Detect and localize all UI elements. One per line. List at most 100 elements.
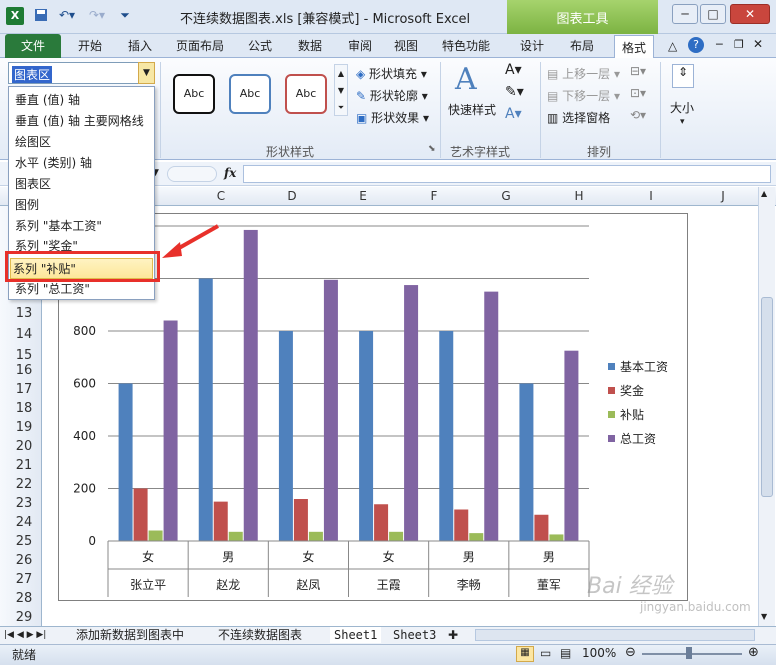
text-effect-icon[interactable]: A▾ <box>505 106 522 122</box>
page-break-view-icon[interactable]: ▤ <box>560 646 571 660</box>
maximize-button[interactable]: □ <box>700 4 726 24</box>
tab-formulas[interactable]: 公式 <box>240 34 280 58</box>
wordart-a-icon[interactable]: A <box>455 62 477 97</box>
rotate-icon[interactable]: ⟲▾ <box>630 108 646 122</box>
row-header[interactable]: 14 <box>8 327 40 342</box>
column-header[interactable]: C <box>185 189 257 203</box>
column-header[interactable]: J <box>688 189 758 203</box>
sheet-tab[interactable]: 不连续数据图表 <box>218 627 302 643</box>
shape-style-red[interactable]: Abc <box>285 74 327 114</box>
doc-minimize-icon[interactable]: ─ <box>716 38 723 51</box>
column-header[interactable]: H <box>543 189 615 203</box>
dropdown-item[interactable]: 绘图区 <box>15 132 51 152</box>
row-header[interactable]: 27 <box>8 572 40 587</box>
column-header[interactable]: F <box>398 189 470 203</box>
row-header[interactable]: 25 <box>8 534 40 549</box>
dropdown-item[interactable]: 系列 "总工资" <box>15 279 90 299</box>
row-header[interactable]: 28 <box>8 591 40 606</box>
excel-logo-icon[interactable]: X <box>6 7 24 25</box>
dropdown-item[interactable]: 垂直 (值) 轴 <box>15 90 80 110</box>
zoom-slider[interactable] <box>642 653 742 655</box>
row-header[interactable]: 19 <box>8 420 40 435</box>
close-button[interactable]: ✕ <box>730 4 770 24</box>
tab-page-layout[interactable]: 页面布局 <box>170 34 230 58</box>
minimize-button[interactable]: ─ <box>672 4 698 24</box>
tab-format[interactable]: 格式 <box>614 35 654 59</box>
send-backward-button[interactable]: ▤ 下移一层 ▾ <box>547 87 620 104</box>
formula-input[interactable] <box>243 165 771 183</box>
tab-special[interactable]: 特色功能 <box>436 34 496 58</box>
tab-file[interactable]: 文件 <box>5 34 61 58</box>
normal-view-icon[interactable]: ▦ <box>516 646 534 662</box>
dropdown-item[interactable]: 水平 (类别) 轴 <box>15 153 92 173</box>
text-outline-icon[interactable]: ✎▾ <box>505 84 524 100</box>
formula-bar-handle[interactable] <box>167 166 217 182</box>
row-header[interactable]: 16 <box>8 363 40 378</box>
align-icon[interactable]: ⊟▾ <box>630 64 646 78</box>
column-header[interactable]: G <box>470 189 542 203</box>
shape-style-blue[interactable]: Abc <box>229 74 271 114</box>
doc-close-icon[interactable]: ✕ <box>753 37 763 51</box>
row-header[interactable]: 17 <box>8 382 40 397</box>
row-header[interactable]: 29 <box>8 610 40 625</box>
chart-element-selector[interactable]: 图表区 <box>8 62 155 84</box>
shape-outline-button[interactable]: ✎ 形状轮廓 ▾ <box>356 87 428 104</box>
tab-view[interactable]: 视图 <box>386 34 426 58</box>
fx-icon[interactable]: fx <box>224 166 236 180</box>
row-header[interactable]: 21 <box>8 458 40 473</box>
tab-data[interactable]: 数据 <box>290 34 330 58</box>
row-header[interactable]: 20 <box>8 439 40 454</box>
redo-icon[interactable]: ↷▾ <box>85 8 109 26</box>
tab-layout[interactable]: 布局 <box>562 34 602 58</box>
shape-style-black[interactable]: Abc <box>173 74 215 114</box>
help-icon[interactable]: ? <box>688 37 704 53</box>
zoom-in-icon[interactable]: ⊕ <box>748 645 759 660</box>
size-dropdown-icon[interactable]: ▾ <box>680 117 685 127</box>
shape-style-scroll[interactable]: ▲ ▼ ⏷ <box>334 64 348 116</box>
dropdown-item[interactable]: 系列 "基本工资" <box>15 216 102 236</box>
sheet-tab[interactable]: Sheet3 <box>389 627 440 643</box>
row-header[interactable]: 26 <box>8 553 40 568</box>
undo-icon[interactable]: ↶▾ <box>55 8 79 26</box>
scroll-up-icon[interactable]: ▲ <box>761 189 767 198</box>
dropdown-item[interactable]: 图表区 <box>15 174 51 194</box>
column-header[interactable]: I <box>615 189 687 203</box>
sheet-tab-active[interactable]: Sheet1 <box>330 627 382 643</box>
save-icon[interactable] <box>33 8 49 26</box>
tab-design[interactable]: 设计 <box>512 34 552 58</box>
dropdown-item[interactable]: 垂直 (值) 轴 主要网格线 <box>15 111 144 131</box>
group-icon[interactable]: ⊡▾ <box>630 86 646 100</box>
page-layout-view-icon[interactable]: ▭ <box>540 646 551 660</box>
scroll-thumb[interactable] <box>761 297 773 497</box>
doc-restore-icon[interactable]: ❐ <box>734 38 744 51</box>
insert-sheet-icon[interactable]: ✚ <box>448 627 458 643</box>
quick-style-button[interactable]: 快速样式 <box>448 101 496 118</box>
customize-toolbar-icon[interactable]: ⏷ <box>118 8 132 26</box>
zoom-out-icon[interactable]: ⊖ <box>625 645 636 660</box>
tab-insert[interactable]: 插入 <box>120 34 160 58</box>
row-header[interactable]: 24 <box>8 515 40 530</box>
horizontal-scrollbar[interactable] <box>475 629 755 641</box>
bring-forward-button[interactable]: ▤ 上移一层 ▾ <box>547 65 620 82</box>
row-header[interactable]: 22 <box>8 477 40 492</box>
selection-pane-button[interactable]: ▥ 选择窗格 <box>547 109 610 126</box>
sheet-tab[interactable]: 添加新数据到图表中 <box>76 627 184 643</box>
size-icon[interactable]: ⇕ <box>672 64 694 88</box>
shape-effect-button[interactable]: ▣ 形状效果 ▾ <box>356 109 429 126</box>
scroll-down-icon[interactable]: ▼ <box>761 612 767 621</box>
dropdown-item[interactable]: 图例 <box>15 195 39 215</box>
sheet-nav-icon[interactable]: |◀ ◀ ▶ ▶| <box>4 627 46 643</box>
tab-review[interactable]: 审阅 <box>340 34 380 58</box>
row-header[interactable]: 18 <box>8 401 40 416</box>
zoom-level[interactable]: 100% <box>582 646 616 660</box>
row-header[interactable]: 15 <box>8 348 40 363</box>
size-button[interactable]: 大小 <box>670 99 694 116</box>
text-fill-icon[interactable]: A▾ <box>505 62 522 78</box>
shape-fill-button[interactable]: ◈ 形状填充 ▾ <box>356 65 427 82</box>
dialog-launcher-icon[interactable]: ⬊ <box>428 144 436 154</box>
row-header[interactable]: 23 <box>8 496 40 511</box>
column-header[interactable]: E <box>327 189 399 203</box>
vertical-scrollbar[interactable]: ▲ ▼ <box>758 187 775 626</box>
row-header[interactable]: 13 <box>8 306 40 321</box>
zoom-slider-thumb[interactable] <box>686 647 692 659</box>
